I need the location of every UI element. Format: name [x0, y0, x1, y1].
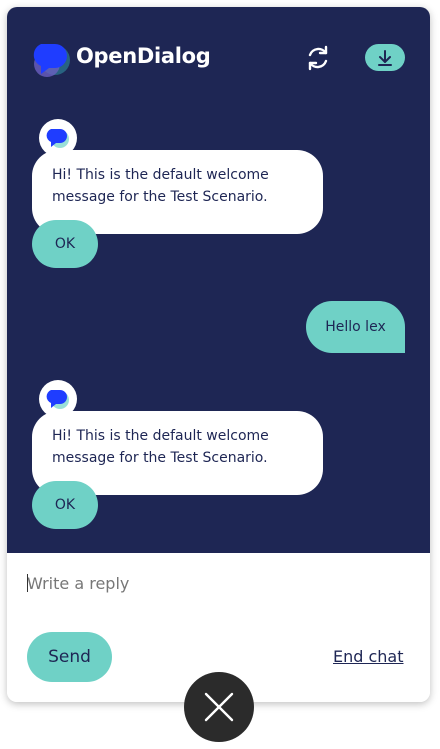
- ok-button[interactable]: OK: [32, 220, 98, 268]
- opendialog-logo-icon: [33, 44, 70, 77]
- download-button[interactable]: [365, 44, 405, 71]
- reply-input[interactable]: [27, 571, 407, 595]
- send-button[interactable]: Send: [27, 632, 112, 682]
- download-icon: [378, 49, 392, 66]
- chat-header: OpenDialog: [7, 7, 430, 107]
- end-chat-link[interactable]: End chat: [333, 647, 404, 666]
- text-cursor: [27, 574, 28, 592]
- close-chat-button[interactable]: [184, 672, 254, 742]
- chat-area: OpenDialog Hi! This is the default welco…: [7, 7, 430, 553]
- bot-avatar-icon: [46, 129, 69, 148]
- bot-avatar-icon: [46, 390, 69, 409]
- refresh-button[interactable]: [304, 44, 332, 72]
- close-icon: [204, 692, 234, 722]
- ok-button[interactable]: OK: [32, 481, 98, 529]
- brand-name: OpenDialog: [76, 44, 211, 68]
- refresh-icon: [308, 45, 328, 71]
- user-message-bubble: Hello lex: [306, 301, 405, 353]
- chat-widget: OpenDialog Hi! This is the default welco…: [7, 7, 430, 702]
